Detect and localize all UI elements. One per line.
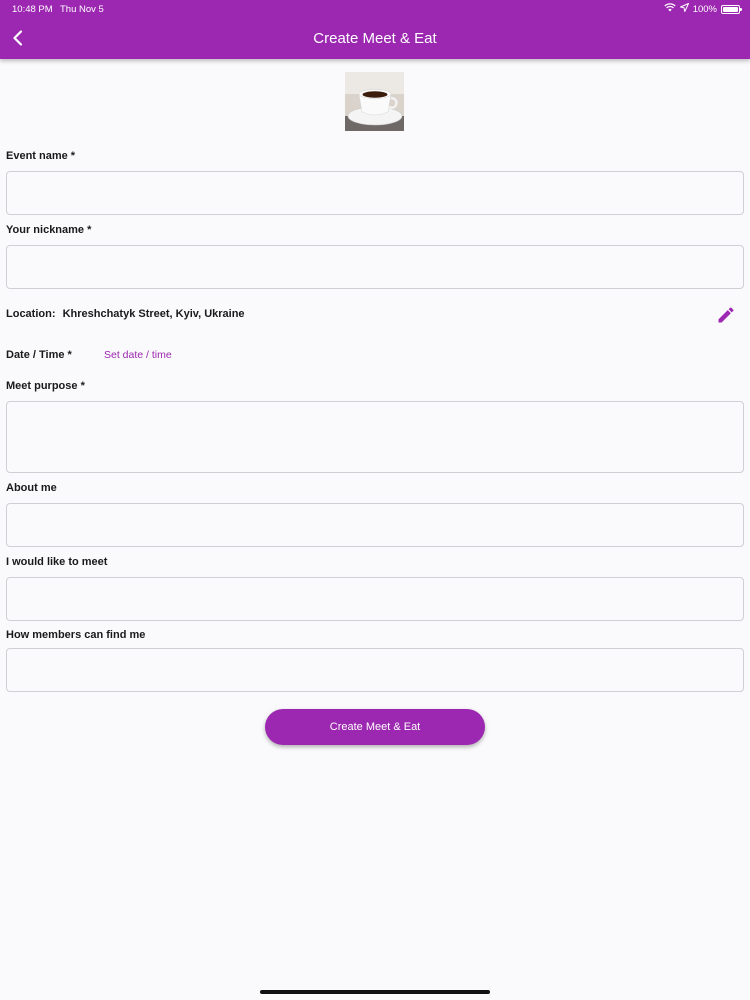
location-arrow-icon: [678, 2, 690, 15]
nickname-label: Your nickname *: [6, 224, 92, 236]
meet-purpose-label: Meet purpose *: [6, 380, 85, 392]
about-me-input[interactable]: [6, 503, 744, 547]
battery-icon: [721, 4, 742, 14]
event-image[interactable]: [345, 72, 404, 131]
battery-percent: 100%: [692, 3, 717, 15]
coffee-cup-photo: [345, 72, 404, 131]
how-to-find-label: How members can find me: [6, 629, 146, 641]
event-name-label: Event name *: [6, 150, 76, 162]
would-like-to-meet-input[interactable]: [6, 577, 744, 621]
wifi-icon: [664, 3, 676, 15]
date-time-label: Date / Time *: [6, 349, 72, 361]
create-meet-button[interactable]: Create Meet & Eat: [265, 709, 485, 745]
about-me-label: About me: [6, 482, 57, 494]
event-name-input[interactable]: [6, 171, 744, 215]
app-bar: 10:48 PM Thu Nov 5 100% Create Meet & Ea…: [0, 0, 750, 59]
meet-purpose-input[interactable]: [6, 401, 744, 473]
page-title: Create Meet & Eat: [313, 30, 437, 47]
edit-location-button[interactable]: [716, 305, 736, 325]
location-row: Location: Khreshchatyk Street, Kyiv, Ukr…: [6, 308, 245, 320]
status-date: Thu Nov 5: [60, 4, 104, 15]
status-bar: 10:48 PM Thu Nov 5 100%: [0, 0, 750, 18]
nickname-input[interactable]: [6, 245, 744, 289]
status-time: 10:48 PM: [12, 4, 53, 15]
location-value: Khreshchatyk Street, Kyiv, Ukraine: [62, 308, 245, 320]
would-like-to-meet-label: I would like to meet: [6, 556, 108, 568]
how-to-find-input[interactable]: [6, 648, 744, 692]
home-indicator: [260, 990, 490, 994]
status-indicators: 100%: [664, 2, 742, 15]
pencil-icon: [718, 307, 734, 323]
location-label: Location:: [6, 308, 56, 320]
set-date-time-button[interactable]: Set date / time: [104, 349, 172, 361]
